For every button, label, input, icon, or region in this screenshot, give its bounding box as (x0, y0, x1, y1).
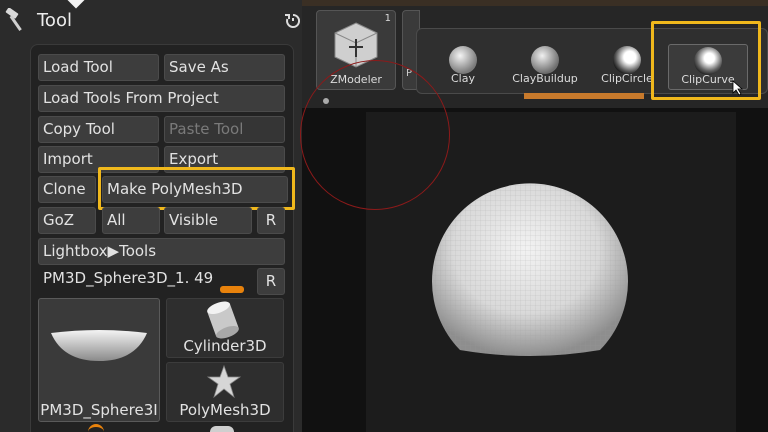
goz-r-button[interactable]: R (257, 207, 285, 234)
star-icon (207, 365, 241, 399)
brush-radius-circle (300, 60, 450, 210)
mouse-cursor-icon (732, 80, 744, 96)
clone-button[interactable]: Clone (38, 176, 96, 203)
shelf-top-strip (302, 0, 768, 6)
load-tools-from-project-button[interactable]: Load Tools From Project (38, 85, 285, 112)
tool-thumbnail-label: PM3D_Sphere3I (40, 401, 158, 419)
shelf-scroll-bar[interactable] (524, 93, 644, 99)
tool-palette: Tool Load Tool Save As Load Tools From P… (0, 0, 302, 432)
half-sphere-icon (51, 330, 147, 361)
current-tool-name: PM3D_Sphere3D_1. 49 (43, 269, 214, 287)
load-tool-button[interactable]: Load Tool (38, 54, 159, 81)
current-tool-r-button[interactable]: R (257, 268, 285, 295)
brush-label: ClayBuildup (512, 72, 578, 85)
lightbox-tools-button[interactable]: Lightbox▶Tools (38, 238, 285, 265)
brush-clay[interactable]: Clay (420, 44, 506, 90)
brush-label: Clay (451, 72, 475, 85)
hammer-icon (5, 8, 22, 31)
goz-all-button[interactable]: All (102, 207, 160, 234)
reset-icon[interactable] (284, 12, 302, 30)
clay-brush-icon (449, 46, 477, 74)
paste-tool-button[interactable]: Paste Tool (164, 116, 285, 143)
clipcircle-brush-icon (613, 46, 641, 74)
palette-pin-marker (67, 0, 85, 9)
goz-visible-button[interactable]: Visible (164, 207, 252, 234)
tool-thumbnail-label: PolyMesh3D (179, 401, 271, 419)
partial-thumbnail-icon (210, 426, 234, 432)
tool-thumbnail-polymesh[interactable]: PolyMesh3D (166, 362, 284, 422)
make-polymesh3d-highlight (98, 167, 295, 210)
tool-thumbnail-label: Cylinder3D (183, 337, 267, 355)
brush-claybuildup[interactable]: ClayBuildup (502, 44, 588, 90)
tool-palette-header[interactable]: Tool (0, 0, 302, 44)
clipcurve-highlight (651, 21, 761, 100)
zmodeler-count: 1 (384, 13, 391, 24)
tool-slider-knob[interactable] (220, 286, 244, 293)
save-as-button[interactable]: Save As (164, 54, 285, 81)
sphere-mesh (431, 183, 628, 356)
goz-button[interactable]: GoZ (38, 207, 96, 234)
claybuildup-brush-icon (531, 46, 559, 74)
copy-tool-button[interactable]: Copy Tool (38, 116, 159, 143)
palette-title: Tool (37, 10, 72, 31)
tool-thumbnail-cylinder[interactable]: Cylinder3D (166, 298, 284, 358)
tool-thumbnail-sphere[interactable]: PM3D_Sphere3I (38, 298, 160, 422)
cylinder-icon (207, 301, 239, 339)
